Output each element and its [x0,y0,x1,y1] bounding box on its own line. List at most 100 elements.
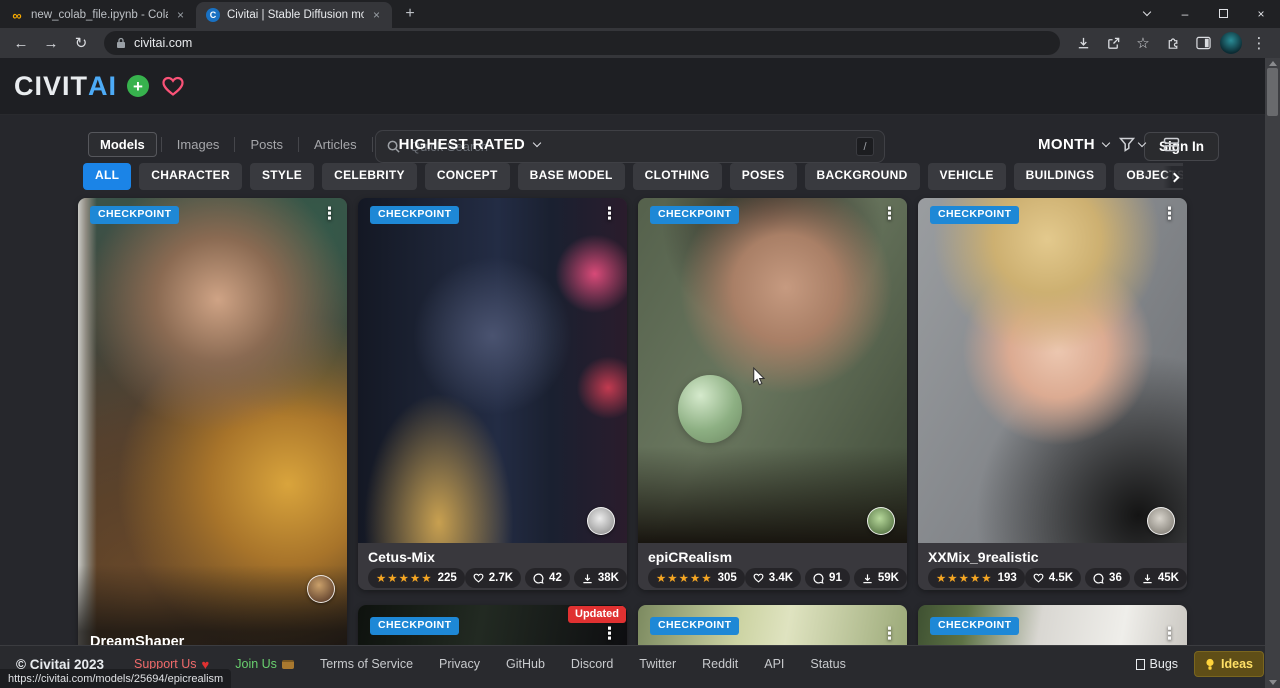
footer-link-twitter[interactable]: Twitter [639,657,676,671]
categories-scroll-right-button[interactable] [1163,166,1185,188]
category-base-model[interactable]: BASE MODEL [518,163,625,190]
share-icon[interactable] [1100,30,1126,56]
creator-avatar[interactable] [867,507,895,535]
footer-link-status[interactable]: Status [810,657,845,671]
comments-count: 42 [549,572,562,584]
card-menu-icon[interactable]: ⋮ [881,625,898,642]
close-tab-icon[interactable]: × [175,8,186,22]
footer-link-terms[interactable]: Terms of Service [320,657,413,671]
bookmark-star-icon[interactable]: ☆ [1130,30,1156,56]
model-card-xxmix-9realistic[interactable]: CHECKPOINT ⋮ XXMix_9realistic ★★★★★ 193 … [918,198,1187,590]
model-title: XXMix_9realistic [928,549,1177,565]
profile-avatar[interactable] [1220,32,1242,54]
category-celebrity[interactable]: CELEBRITY [322,163,417,190]
new-tab-button[interactable]: + [398,2,422,26]
period-dropdown[interactable]: MONTH [1038,136,1109,153]
tab-search-chevron-icon[interactable] [1128,0,1166,27]
category-style[interactable]: STYLE [250,163,314,190]
address-bar[interactable]: civitai.com [104,31,1060,55]
filter-dropdown[interactable] [1119,137,1145,152]
tab-articles[interactable]: Articles [303,133,368,156]
footer-right-actions: Bugs Ideas [1136,651,1264,677]
window-restore-button[interactable] [1204,0,1242,27]
browser-tab-colab[interactable]: ∞ new_colab_file.ipynb - Colaborat × [0,2,196,28]
tab-models[interactable]: Models [88,132,157,157]
model-title: epiCRealism [648,549,897,565]
heart-icon [473,573,484,583]
checkpoint-badge[interactable]: CHECKPOINT [930,617,1019,635]
favorites-heart-icon[interactable] [161,75,185,97]
checkpoint-badge[interactable]: CHECKPOINT [370,617,459,635]
category-buildings[interactable]: BUILDINGS [1014,163,1107,190]
chevron-down-icon [533,139,541,147]
ideas-button[interactable]: Ideas [1194,651,1264,677]
chevron-down-icon [1138,139,1146,147]
card-menu-icon[interactable]: ⋮ [881,205,898,222]
heart-icon [753,573,764,583]
checkpoint-badge[interactable]: CHECKPOINT [650,617,739,635]
category-concept[interactable]: CONCEPT [425,163,510,190]
footer-link-label: Join Us [235,657,277,671]
scroll-down-arrow[interactable] [1269,680,1277,685]
extensions-puzzle-icon[interactable] [1160,30,1186,56]
download-icon[interactable] [1070,30,1096,56]
model-card-dreamshaper[interactable]: CHECKPOINT ⋮ DreamShaper [78,198,347,660]
card-menu-icon[interactable]: ⋮ [1161,205,1178,222]
divider [372,137,373,152]
category-filter-row: ALL CHARACTER STYLE CELEBRITY CONCEPT BA… [83,163,1183,190]
footer-link-join-us[interactable]: Join Us [235,657,294,671]
footer-link-privacy[interactable]: Privacy [439,657,480,671]
bugs-button[interactable]: Bugs [1136,657,1179,671]
footer-link-reddit[interactable]: Reddit [702,657,738,671]
card-meta: XXMix_9realistic ★★★★★ 193 4.5K 36 [918,543,1187,590]
forward-button[interactable]: → [38,30,64,56]
create-plus-button[interactable]: + [127,75,149,97]
tab-images[interactable]: Images [166,133,231,156]
category-all[interactable]: ALL [83,163,131,190]
chevron-right-icon [1169,172,1179,182]
tab-posts[interactable]: Posts [239,133,294,156]
creator-avatar[interactable] [307,575,335,603]
category-background[interactable]: BACKGROUND [805,163,920,190]
card-menu-icon[interactable]: ⋮ [321,205,338,222]
category-poses[interactable]: POSES [730,163,797,190]
heart-icon [1033,573,1044,583]
window-controls: – × [1128,0,1280,27]
layout-toggle-button[interactable] [1163,137,1180,152]
downloads-pill: 38K [574,568,627,588]
card-menu-icon[interactable]: ⋮ [1161,625,1178,642]
footer-link-github[interactable]: GitHub [506,657,545,671]
page-scrollbar[interactable] [1265,58,1280,688]
scrollbar-thumb[interactable] [1267,68,1278,116]
footer-link-api[interactable]: API [764,657,784,671]
category-vehicle[interactable]: VEHICLE [928,163,1006,190]
model-card-epicrealism[interactable]: CHECKPOINT ⋮ epiCRealism ★★★★★ 305 3.4K … [638,198,907,590]
sort-dropdown[interactable]: HIGHEST RATED [399,136,541,153]
checkpoint-badge[interactable]: CHECKPOINT [90,206,179,224]
checkpoint-badge[interactable]: CHECKPOINT [650,206,739,224]
checkpoint-badge[interactable]: CHECKPOINT [930,206,1019,224]
back-button[interactable]: ← [8,30,34,56]
scroll-up-arrow[interactable] [1269,61,1277,66]
card-menu-icon[interactable]: ⋮ [601,625,618,642]
mouse-cursor [752,367,766,392]
side-panel-icon[interactable] [1190,30,1216,56]
category-clothing[interactable]: CLOTHING [633,163,722,190]
close-tab-icon[interactable]: × [371,8,382,22]
browser-menu-icon[interactable]: ⋮ [1246,30,1272,56]
creator-avatar[interactable] [587,507,615,535]
window-close-button[interactable]: × [1242,0,1280,27]
divider [298,137,299,152]
creator-avatar[interactable] [1147,507,1175,535]
rating-count: 193 [998,572,1017,584]
civitai-logo[interactable]: CIVIT AI [14,71,117,102]
footer-link-discord[interactable]: Discord [571,657,613,671]
status-bar-url: https://civitai.com/models/25694/epicrea… [0,669,231,688]
checkpoint-badge[interactable]: CHECKPOINT [370,206,459,224]
window-minimize-button[interactable]: – [1166,0,1204,27]
browser-tab-civitai[interactable]: C Civitai | Stable Diffusion models, × [196,2,392,28]
reload-button[interactable]: ↻ [68,30,94,56]
model-card-cetus-mix[interactable]: CHECKPOINT ⋮ Cetus-Mix ★★★★★ 225 2.7K 42 [358,198,627,590]
category-character[interactable]: CHARACTER [139,163,242,190]
card-menu-icon[interactable]: ⋮ [601,205,618,222]
